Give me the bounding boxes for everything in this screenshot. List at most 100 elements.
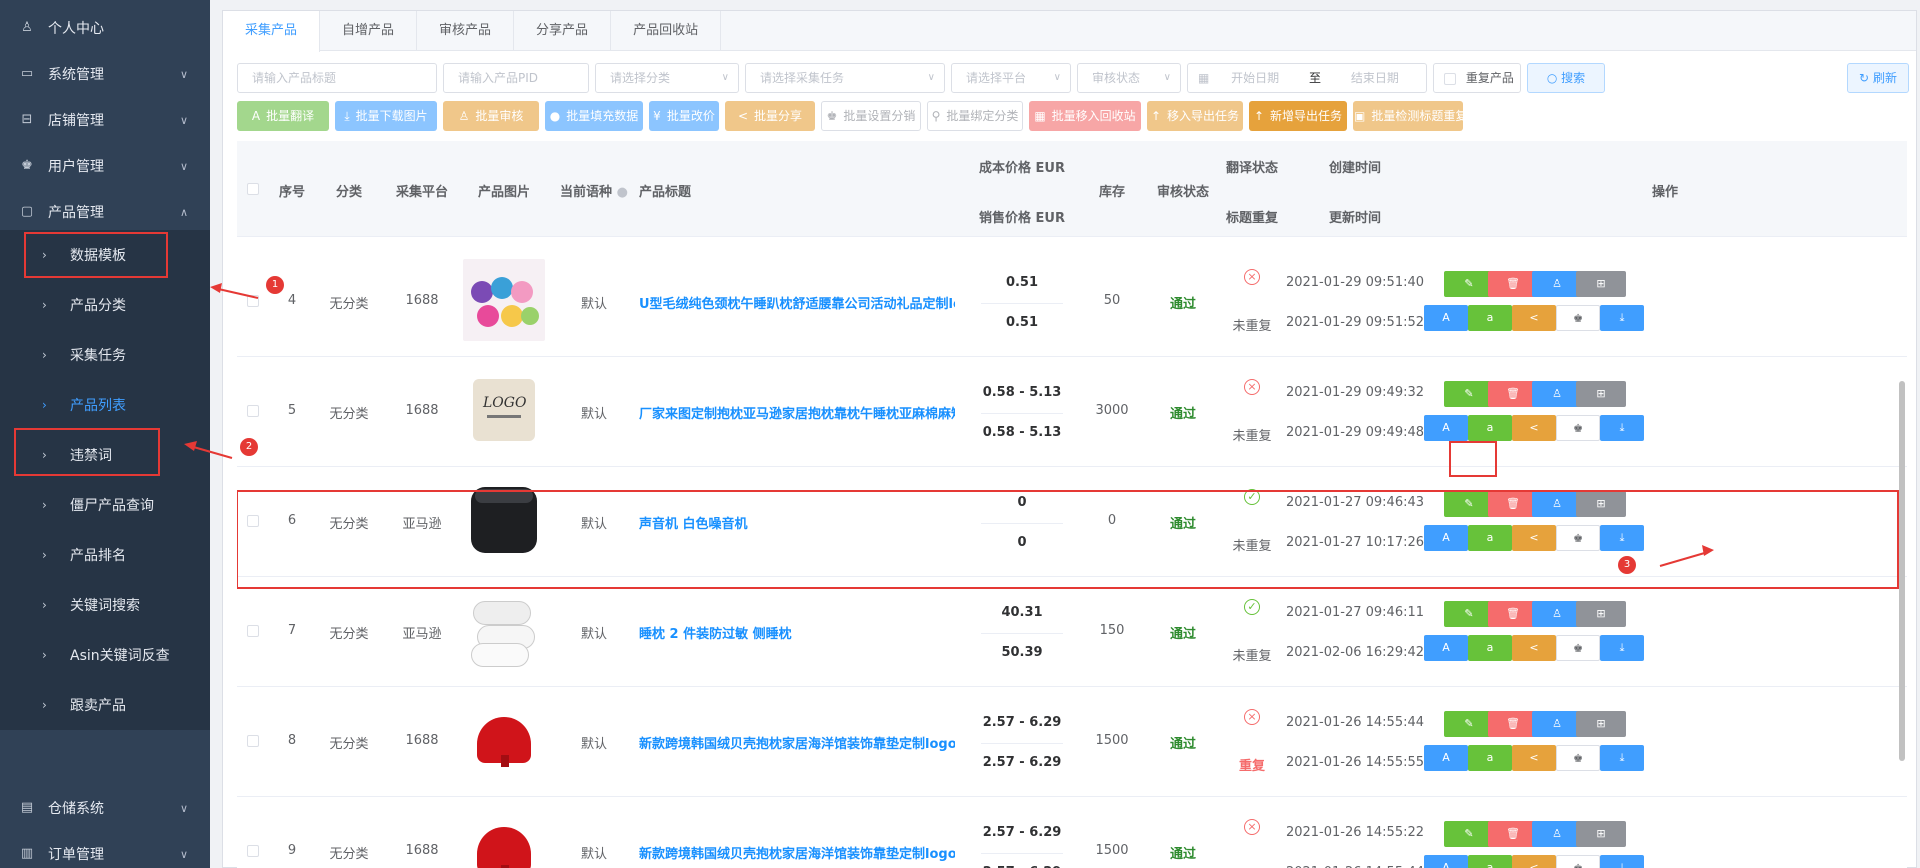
share-button[interactable]: <: [1512, 305, 1556, 331]
pid-search-input[interactable]: 请输入产品PID: [443, 63, 589, 93]
download-button[interactable]: ⤓: [1600, 855, 1644, 868]
translate-button[interactable]: A: [1424, 855, 1468, 868]
tab-collected[interactable]: 采集产品: [223, 11, 321, 52]
product-title-link[interactable]: U型毛绒纯色颈枕午睡趴枕舒适腰靠公司活动礼品定制logo…: [639, 293, 955, 312]
translate-button[interactable]: A: [1424, 635, 1468, 661]
amazon-button[interactable]: a: [1468, 305, 1512, 331]
title-search-input[interactable]: 请输入产品标题: [237, 63, 437, 93]
edit-button[interactable]: ✎: [1444, 271, 1494, 297]
review-button[interactable]: ♙: [1532, 601, 1582, 627]
sidebar-subitem-product-ranking[interactable]: › 产品排名: [0, 530, 210, 580]
batch-button-3[interactable]: ♙ 批量审核: [443, 101, 539, 131]
batch-button-6[interactable]: < 批量分享: [725, 101, 815, 131]
date-range-picker[interactable]: ▦ 开始日期 至 结束日期: [1187, 63, 1427, 93]
sidebar-subitem-asin-reverse[interactable]: › Asin关键词反查: [0, 630, 210, 680]
row-checkbox[interactable]: [247, 625, 259, 637]
platform-select[interactable]: 请选择平台 ∨: [951, 63, 1071, 93]
refresh-button[interactable]: ↻ 刷新: [1847, 63, 1909, 93]
tab-shared[interactable]: 分享产品: [514, 11, 612, 51]
batch-button-2[interactable]: ⤓ 批量下载图片: [335, 101, 437, 131]
export-button[interactable]: ⊞: [1576, 271, 1626, 297]
amazon-button[interactable]: a: [1468, 415, 1512, 441]
edit-button[interactable]: ✎: [1444, 601, 1494, 627]
tab-reviewed[interactable]: 审核产品: [417, 11, 515, 51]
review-status-select[interactable]: 审核状态 ∨: [1077, 63, 1181, 93]
sidebar-subitem-zombie-query[interactable]: › 僵尸产品查询: [0, 480, 210, 530]
share-button[interactable]: <: [1512, 415, 1556, 441]
table-scrollbar[interactable]: [1899, 381, 1905, 761]
sidebar-subitem-product-category[interactable]: › 产品分类: [0, 280, 210, 330]
duplicate-checkbox[interactable]: 重复产品: [1433, 63, 1521, 93]
task-select[interactable]: 请选择采集任务 ∨: [745, 63, 945, 93]
review-button[interactable]: ♙: [1532, 821, 1582, 847]
table-row[interactable]: 7 无分类 亚马逊 默认 睡枕 2 件装防过敏 侧睡枕 40.31 50.39 150 通过 ✓ 未…: [237, 577, 1907, 687]
row-checkbox[interactable]: [247, 735, 259, 747]
export-button[interactable]: ⊞: [1576, 381, 1626, 407]
category-select[interactable]: 请选择分类 ∨: [595, 63, 739, 93]
delete-button[interactable]: 🗑: [1488, 601, 1538, 627]
sidebar: ♙ 个人中心 ▭ 系统管理 ∨ ⊟ 店铺管理 ∨ ♚ 用户管理 ∨ ▢ 产品管理…: [0, 0, 210, 868]
table-row[interactable]: 9 无分类 1688 默认 新款跨境韩国绒贝壳抱枕家居海洋馆装饰靠垫定制logo一件… 2…: [237, 797, 1907, 868]
batch-button-10[interactable]: ↑ 移入导出任务: [1147, 101, 1243, 131]
export-button[interactable]: ⊞: [1576, 601, 1626, 627]
review-button[interactable]: ♙: [1532, 381, 1582, 407]
translate-button[interactable]: A: [1424, 305, 1468, 331]
edit-button[interactable]: ✎: [1444, 381, 1494, 407]
batch-button-1[interactable]: A 批量翻译: [237, 101, 329, 131]
distribute-button[interactable]: ♚: [1556, 415, 1600, 441]
header-created: 创建时间: [1328, 161, 1381, 176]
table-row[interactable]: 4 无分类 1688 默认 U型毛绒纯色颈枕午睡趴枕舒适腰靠公司活动礼品定制logo… 0…: [237, 247, 1907, 357]
search-button[interactable]: ○ 搜索: [1527, 63, 1605, 93]
share-button[interactable]: <: [1512, 855, 1556, 868]
select-all-checkbox[interactable]: [247, 183, 259, 195]
review-button[interactable]: ♙: [1532, 711, 1582, 737]
product-title-link[interactable]: 厂家来图定制抱枕亚马逊家居抱枕靠枕午睡枕亚麻棉麻短毛…: [639, 403, 955, 422]
edit-button[interactable]: ✎: [1444, 711, 1494, 737]
tab-self-added[interactable]: 自增产品: [320, 11, 418, 51]
product-title-link[interactable]: 新款跨境韩国绒贝壳抱枕家居海洋馆装饰靠垫定制logo一件…: [639, 733, 955, 752]
translate-button[interactable]: A: [1424, 745, 1468, 771]
download-button[interactable]: ⤓: [1600, 415, 1644, 441]
table-row[interactable]: 5 无分类 1688 LOGO 默认 厂家来图定制抱枕亚马逊家居抱枕靠枕午睡枕亚麻棉麻短毛…: [237, 357, 1907, 467]
row-checkbox[interactable]: [247, 405, 259, 417]
amazon-button[interactable]: a: [1468, 745, 1512, 771]
sidebar-subitem-product-list[interactable]: › 产品列表: [0, 380, 210, 430]
translate-button[interactable]: A: [1424, 415, 1468, 441]
batch-button-12[interactable]: ▣ 批量检测标题重复: [1353, 101, 1467, 131]
amazon-button[interactable]: a: [1468, 855, 1512, 868]
delete-button[interactable]: 🗑: [1488, 821, 1538, 847]
delete-button[interactable]: 🗑: [1488, 271, 1538, 297]
batch-button-8[interactable]: ⚲ 批量绑定分类: [927, 101, 1023, 131]
sidebar-subitem-follow-sell[interactable]: › 跟卖产品: [0, 680, 210, 730]
distribute-button[interactable]: ♚: [1556, 745, 1600, 771]
row-checkbox[interactable]: [247, 295, 259, 307]
share-button[interactable]: <: [1512, 745, 1556, 771]
batch-button-9[interactable]: ▦ 批量移入回收站: [1029, 101, 1141, 131]
review-button[interactable]: ♙: [1532, 271, 1582, 297]
export-button[interactable]: ⊞: [1576, 711, 1626, 737]
download-button[interactable]: ⤓: [1600, 635, 1644, 661]
distribute-button[interactable]: ♚: [1556, 305, 1600, 331]
sidebar-subitem-collect-task[interactable]: › 采集任务: [0, 330, 210, 380]
batch-button-4[interactable]: ● 批量填充数据: [545, 101, 643, 131]
download-button[interactable]: ⤓: [1600, 305, 1644, 331]
delete-button[interactable]: 🗑: [1488, 381, 1538, 407]
delete-button[interactable]: 🗑: [1488, 711, 1538, 737]
sidebar-subitem-keyword-search[interactable]: › 关键词搜索: [0, 580, 210, 630]
batch-button-11[interactable]: ↑ 新增导出任务: [1249, 101, 1347, 131]
product-title-link[interactable]: 睡枕 2 件装防过敏 侧睡枕: [639, 623, 955, 642]
sidebar-item-orders[interactable]: ▥ 订单管理 ∨: [0, 826, 210, 868]
table-row[interactable]: 8 无分类 1688 默认 新款跨境韩国绒贝壳抱枕家居海洋馆装饰靠垫定制logo一件… 2…: [237, 687, 1907, 797]
edit-button[interactable]: ✎: [1444, 821, 1494, 847]
share-button[interactable]: <: [1512, 635, 1556, 661]
export-button[interactable]: ⊞: [1576, 821, 1626, 847]
product-title-link[interactable]: 新款跨境韩国绒贝壳抱枕家居海洋馆装饰靠垫定制logo一件…: [639, 843, 955, 862]
download-button[interactable]: ⤓: [1600, 745, 1644, 771]
tab-recycle-bin[interactable]: 产品回收站: [611, 11, 722, 51]
distribute-button[interactable]: ♚: [1556, 635, 1600, 661]
amazon-button[interactable]: a: [1468, 635, 1512, 661]
row-checkbox[interactable]: [247, 845, 259, 857]
distribute-button[interactable]: ♚: [1556, 855, 1600, 868]
batch-button-7[interactable]: ♚ 批量设置分销: [821, 101, 921, 131]
batch-button-5[interactable]: ¥ 批量改价: [649, 101, 719, 131]
